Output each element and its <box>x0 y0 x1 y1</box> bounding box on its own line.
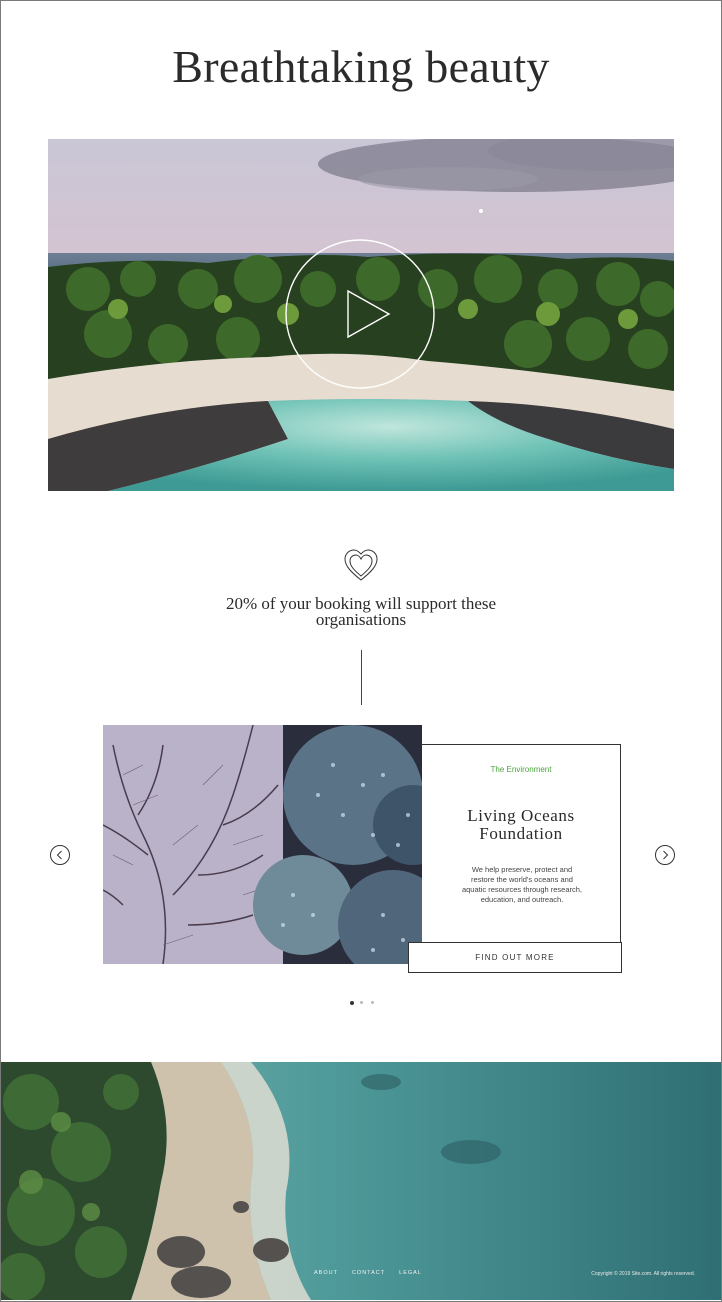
carousel-next-button[interactable] <box>655 845 675 865</box>
carousel-prev-button[interactable] <box>50 845 70 865</box>
slide-description: We help preserve, protect and restore th… <box>442 865 602 905</box>
support-message: 20% of your booking will support these o… <box>211 595 511 629</box>
slide-desc-line-3: aquatic resources through research, <box>461 885 583 894</box>
slide-category: The Environment <box>490 765 552 774</box>
chevron-left-icon <box>56 850 62 860</box>
pagination-dot-1[interactable] <box>350 1001 354 1005</box>
chevron-right-icon <box>663 850 669 860</box>
find-out-more-button[interactable]: FIND OUT MORE <box>408 942 622 973</box>
page-title: Breathtaking beauty <box>172 41 550 92</box>
footer-nav: ABOUT CONTACT LEGAL <box>314 1270 422 1276</box>
play-icon <box>285 239 435 389</box>
footer-link-about[interactable]: ABOUT <box>314 1270 338 1276</box>
slide-title-line-1: Living Oceans <box>467 806 575 825</box>
slide-card: The Environment Living Oceans Foundation… <box>422 744 621 943</box>
copyright-text: Copyright © 2019 Site.com. All rights re… <box>591 1271 695 1277</box>
video-player[interactable] <box>48 139 674 491</box>
slide-desc-line-4: education, and outreach. <box>480 895 564 904</box>
play-button[interactable] <box>285 239 435 389</box>
pagination-dot-3[interactable] <box>371 1001 374 1004</box>
slide-title: Living Oceans Foundation <box>422 807 620 843</box>
divider-line <box>361 650 362 705</box>
support-line-2: organisations <box>315 610 407 629</box>
slide-image <box>103 725 422 964</box>
heart-icon <box>341 546 381 586</box>
slide-desc-line-2: restore the world's oceans and <box>471 875 573 884</box>
footer-link-legal[interactable]: LEGAL <box>399 1270 422 1276</box>
footer-link-contact[interactable]: CONTACT <box>352 1270 385 1276</box>
pagination-dot-2[interactable] <box>360 1001 363 1004</box>
slide-title-line-2: Foundation <box>479 824 563 843</box>
footer: ABOUT CONTACT LEGAL Copyright © 2019 Sit… <box>1 1062 721 1300</box>
footer-background-image <box>1 1062 721 1300</box>
slide-desc-line-1: We help preserve, protect and <box>471 865 573 874</box>
